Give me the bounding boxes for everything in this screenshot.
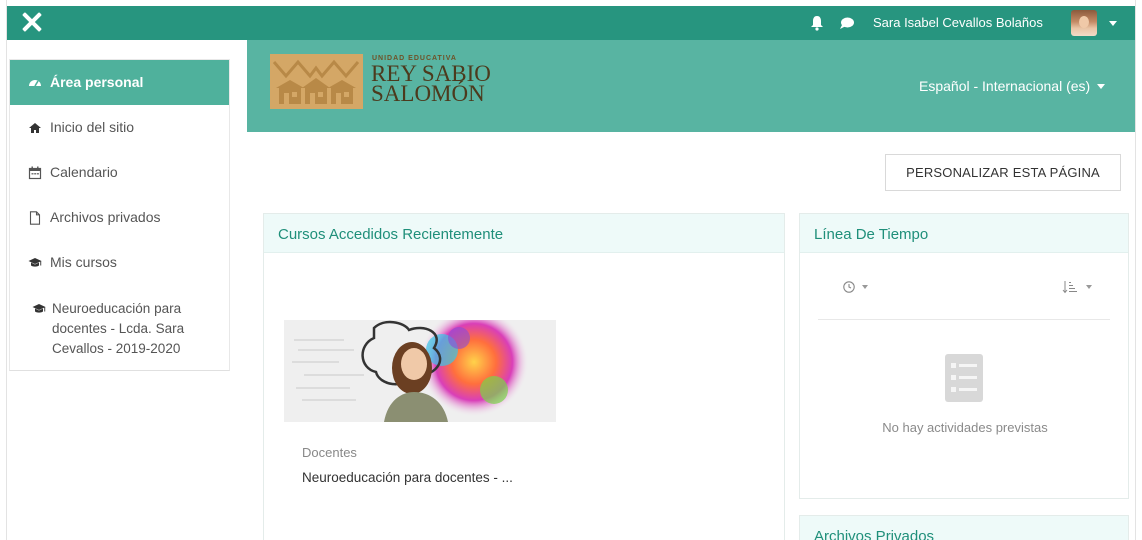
chevron-down-icon — [862, 285, 868, 289]
sidebar-item-label: Neuroeducación para docentes - Lcda. Sar… — [52, 301, 185, 356]
dashboard-icon — [29, 80, 41, 87]
chat-bubble-icon[interactable] — [839, 15, 855, 31]
user-name[interactable]: Sara Isabel Cevallos Bolaños — [873, 15, 1043, 30]
page-header: UNIDAD EDUCATIVA REY SABIO SALOMÓN Españ… — [247, 40, 1135, 132]
sidebar-item-mis-cursos[interactable]: Mis cursos — [10, 240, 229, 285]
bell-icon[interactable] — [810, 15, 824, 31]
empty-list-icon — [945, 354, 983, 402]
sidebar-item-label: Inicio del sitio — [50, 119, 135, 135]
file-icon — [29, 211, 41, 225]
chevron-down-icon — [1097, 83, 1106, 89]
sidebar: Área personal Inicio del sitio Calendari… — [7, 40, 235, 540]
sidebar-item-label: Archivos privados — [50, 209, 161, 225]
customize-page-button[interactable]: PERSONALIZAR ESTA PÁGINA — [885, 154, 1121, 191]
timeline-empty-message: No hay actividades previstas — [882, 420, 1048, 435]
block-title: Cursos Accedidos Recientemente — [278, 226, 504, 243]
language-selector[interactable]: Español - Internacional (es) — [919, 78, 1106, 94]
graduation-cap-icon — [32, 304, 46, 313]
page-frame: Sara Isabel Cevallos Bolaños Área person… — [6, 0, 1136, 540]
sidebar-item-archivos-privados[interactable]: Archivos privados — [10, 195, 229, 240]
calendar-icon — [28, 166, 42, 180]
timeline-block: Línea De Tiempo No hay actividades previ… — [799, 213, 1129, 499]
block-header: Cursos Accedidos Recientemente — [264, 214, 784, 253]
clock-icon — [843, 281, 855, 293]
chevron-down-icon — [1086, 285, 1092, 289]
sidebar-item-area-personal[interactable]: Área personal — [10, 60, 229, 105]
sidebar-item-calendario[interactable]: Calendario — [10, 150, 229, 195]
course-category: Docentes — [302, 445, 357, 460]
top-navbar: Sara Isabel Cevallos Bolaños — [7, 6, 1135, 40]
language-label: Español - Internacional (es) — [919, 78, 1091, 94]
home-icon — [29, 123, 41, 133]
school-logo[interactable] — [270, 54, 363, 109]
user-avatar[interactable] — [1071, 10, 1097, 36]
block-header: Línea De Tiempo — [800, 214, 1128, 253]
block-title: Archivos Privados — [814, 528, 935, 540]
sidebar-item-label: Calendario — [50, 164, 118, 180]
sidebar-item-label: Mis cursos — [50, 254, 117, 270]
sidebar-item-course-neuroeducacion[interactable]: Neuroeducación para docentes - Lcda. Sar… — [10, 285, 229, 370]
timeline-filter-dropdown[interactable] — [842, 280, 870, 294]
chevron-down-icon[interactable] — [1109, 21, 1117, 26]
sidebar-nav: Área personal Inicio del sitio Calendari… — [9, 59, 230, 371]
sidebar-item-inicio[interactable]: Inicio del sitio — [10, 105, 229, 150]
divider — [818, 319, 1110, 320]
block-header: Archivos Privados — [800, 516, 1128, 540]
course-name-link[interactable]: Neuroeducación para docentes - ... — [302, 470, 513, 485]
block-title: Línea De Tiempo — [814, 226, 929, 243]
course-image[interactable] — [284, 320, 556, 422]
private-files-block: Archivos Privados — [799, 515, 1129, 540]
graduation-cap-icon — [28, 258, 42, 267]
sort-icon — [1062, 281, 1077, 294]
close-icon[interactable] — [19, 9, 45, 35]
sidebar-item-label: Área personal — [50, 74, 144, 90]
logo-title-line2: SALOMÓN — [371, 81, 485, 106]
recent-courses-block: Cursos Accedidos Recientemente Docentes … — [263, 213, 785, 540]
course-image-illustration — [284, 320, 556, 422]
timeline-sort-dropdown[interactable] — [1062, 280, 1092, 294]
